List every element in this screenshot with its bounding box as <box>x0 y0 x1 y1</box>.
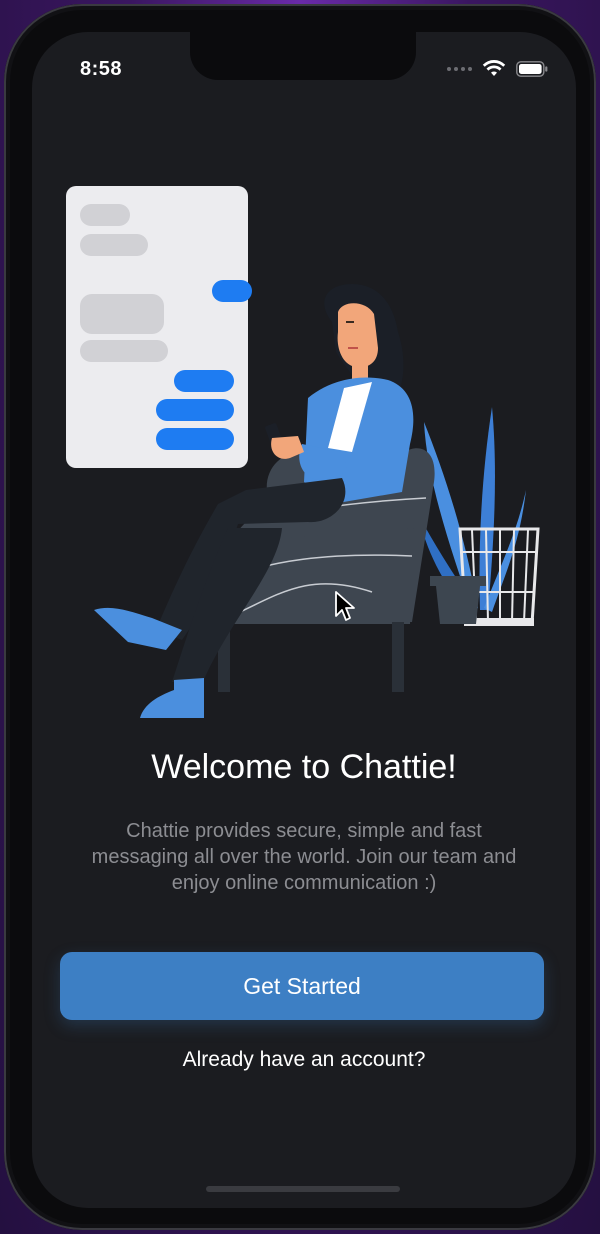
home-indicator[interactable] <box>206 1186 400 1192</box>
get-started-button[interactable]: Get Started <box>60 952 544 1020</box>
plant-graphic <box>417 407 540 626</box>
welcome-title: Welcome to Chattie! <box>151 748 457 786</box>
mouse-cursor-icon <box>335 591 355 621</box>
phone-frame: 8:58 Welcome to Chattie! Chattie provide… <box>4 4 596 1230</box>
app-screen: 8:58 Welcome to Chattie! Chattie provide… <box>32 32 576 1208</box>
status-icons <box>447 60 548 78</box>
onboarding-illustration <box>66 186 540 718</box>
welcome-description: Chattie provides secure, simple and fast… <box>91 820 517 894</box>
battery-icon <box>516 61 548 77</box>
notch <box>190 32 416 80</box>
already-have-account-link[interactable]: Already have an account? <box>32 1048 576 1072</box>
chat-window-graphic <box>66 186 252 468</box>
wifi-icon <box>482 60 506 76</box>
status-time: 8:58 <box>80 58 123 80</box>
signal-dots-icon <box>447 67 472 71</box>
